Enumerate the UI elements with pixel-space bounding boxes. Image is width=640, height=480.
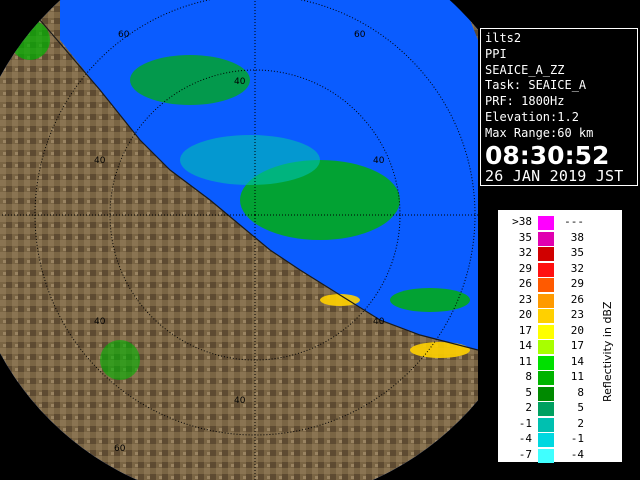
legend-color-swatch (538, 402, 554, 416)
legend-lower-bound: 17 (518, 323, 532, 337)
legend-upper-bound: 8 (577, 385, 584, 399)
scan-info-panel: ilts2 PPI SEAICE_A_ZZ Task: SEAICE_A PRF… (480, 28, 638, 186)
legend-upper-bound: 2 (577, 416, 584, 430)
scan-date: 26 JAN 2019 JST (485, 166, 624, 185)
max-range-value: Max Range:60 km (485, 125, 594, 140)
range-label: 60 (118, 30, 130, 40)
legend-row: >38 --- (498, 214, 622, 230)
legend-lower-bound: 23 (518, 292, 532, 306)
legend-upper-bound: --- (564, 215, 584, 228)
legend-lower-bound: 5 (525, 385, 532, 399)
range-label: 40 (94, 156, 106, 166)
legend-color-swatch (538, 262, 554, 277)
legend-upper-bound: 32 (570, 261, 584, 275)
legend-row: -1 2 (498, 416, 622, 432)
legend-upper-bound: 35 (570, 246, 584, 259)
legend-color-swatch (538, 231, 554, 246)
legend-color-swatch (538, 448, 554, 463)
product-name: SEAICE_A_ZZ (485, 62, 565, 77)
legend-lower-bound: 35 (518, 230, 532, 244)
range-label: 40 (94, 317, 106, 327)
legend-color-swatch (538, 278, 554, 292)
task-name: Task: SEAICE_A (485, 78, 587, 93)
legend-lower-bound: 8 (525, 370, 532, 383)
legend-lower-bound: 29 (518, 261, 532, 275)
legend-upper-bound: 11 (570, 370, 584, 383)
legend-lower-bound: -1 (518, 416, 532, 430)
legend-color-swatch (538, 386, 554, 401)
legend-color-swatch (538, 340, 554, 354)
echo-region (180, 135, 320, 185)
legend-lower-bound: >38 (512, 215, 532, 228)
legend-row: -7 -4 (498, 447, 622, 463)
range-label: 40 (373, 317, 385, 327)
legend-upper-bound: 5 (577, 401, 584, 414)
legend-color-swatch (538, 371, 554, 385)
legend-upper-bound: 20 (570, 323, 584, 337)
legend-lower-bound: -4 (518, 432, 532, 445)
legend-lower-bound: 2 (525, 401, 532, 414)
legend-lower-bound: 14 (518, 339, 532, 352)
legend-upper-bound: 17 (570, 339, 584, 352)
elevation-value: Elevation:1.2 (485, 109, 579, 124)
echo-region (100, 340, 140, 380)
legend-row: 25 (498, 400, 622, 416)
legend-upper-bound: 38 (570, 230, 584, 244)
legend-upper-bound: 29 (570, 277, 584, 290)
legend-row: 35 38 (498, 230, 622, 246)
legend-lower-bound: 11 (518, 354, 532, 368)
range-label: 60 (354, 30, 366, 40)
scan-time: 08:30:52 (485, 140, 610, 170)
legend-lower-bound: 26 (518, 277, 532, 290)
legend-unit-label: Reflectivity in dBZ (601, 301, 614, 402)
legend-row: 29 32 (498, 261, 622, 277)
legend-color-swatch (538, 355, 554, 370)
legend-lower-bound: 32 (518, 246, 532, 259)
legend-upper-bound: -4 (570, 447, 584, 461)
legend-color-swatch (538, 324, 554, 339)
radar-ppi-map[interactable]: 60 40 40 40 60 40 40 40 60 (0, 0, 478, 480)
echo-region (410, 342, 470, 358)
legend-upper-bound: 23 (570, 308, 584, 321)
reflectivity-legend: >38 --- 35 38 32 35 29 32 26 29 23 26 20 23 17 20 14 17 11… (498, 210, 622, 463)
echo-region (130, 55, 250, 105)
legend-row: 32 35 (498, 245, 622, 261)
range-label: 60 (114, 444, 126, 454)
legend-color-swatch (538, 417, 554, 432)
legend-lower-bound: -7 (518, 447, 532, 461)
prf-value: PRF: 1800Hz (485, 94, 565, 109)
range-label: 40 (234, 77, 246, 87)
legend-color-swatch (538, 293, 554, 308)
scan-type: PPI (485, 46, 507, 61)
legend-row: -4 -1 (498, 431, 622, 447)
legend-lower-bound: 20 (518, 308, 532, 321)
legend-upper-bound: 26 (570, 292, 584, 306)
range-label: 40 (234, 396, 246, 406)
legend-color-swatch (538, 309, 554, 323)
range-label: 40 (373, 156, 385, 166)
legend-upper-bound: -1 (570, 432, 584, 445)
legend-color-swatch (538, 216, 554, 230)
legend-upper-bound: 14 (570, 354, 584, 368)
legend-unit: Reflectivity in dBZ (599, 282, 615, 402)
station-name: ilts2 (485, 31, 522, 45)
legend-color-swatch (538, 433, 554, 447)
radar-map-canvas: 60 40 40 40 60 40 40 40 60 (0, 0, 478, 480)
legend-color-swatch (538, 247, 554, 261)
